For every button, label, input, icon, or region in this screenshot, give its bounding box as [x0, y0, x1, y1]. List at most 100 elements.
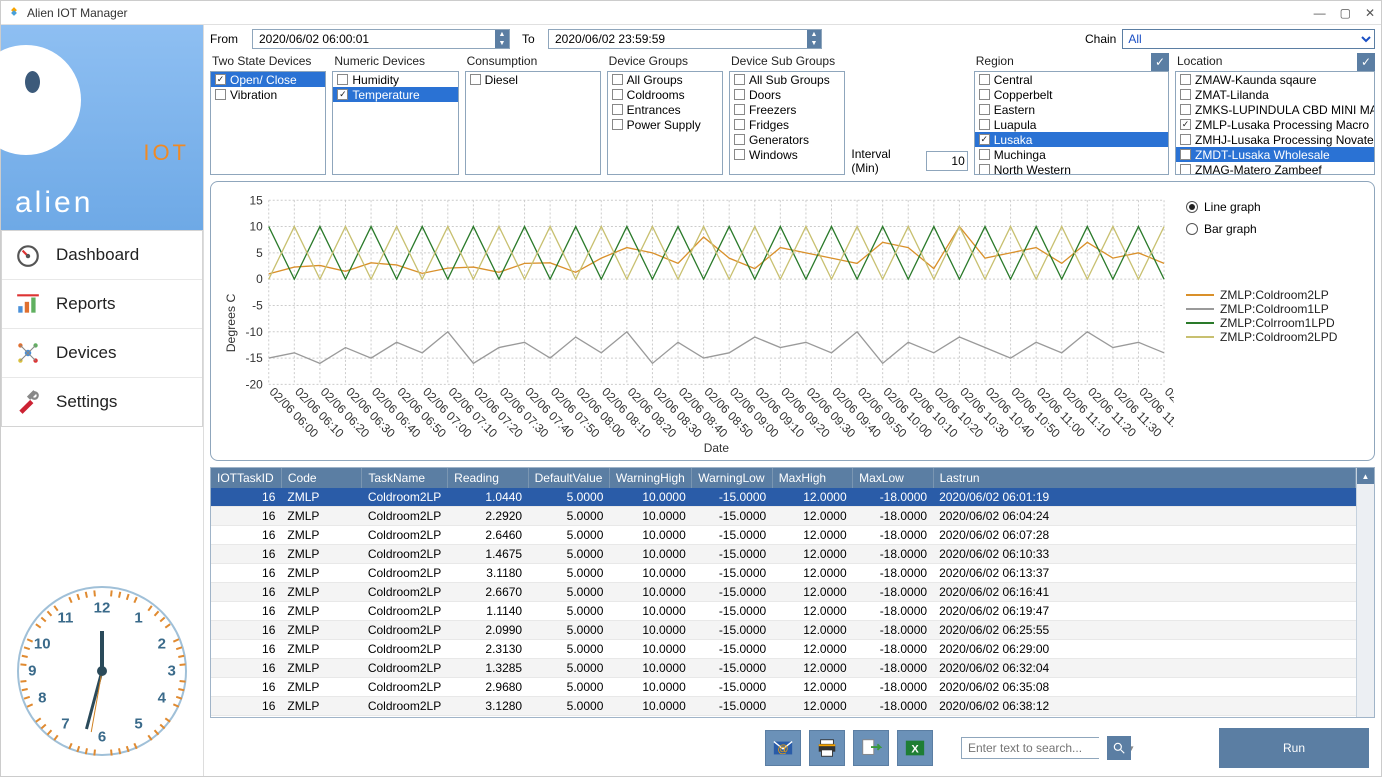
checkbox-icon[interactable] [734, 149, 745, 160]
table-row[interactable]: 16ZMLPColdroom2LP2.09905.000010.0000-15.… [211, 621, 1356, 640]
checkbox-icon[interactable] [470, 74, 481, 85]
to-datetime-field[interactable] [549, 30, 807, 48]
list-item[interactable]: All Sub Groups [730, 72, 844, 87]
maximize-button[interactable]: ▢ [1340, 6, 1351, 20]
scroll-up-icon[interactable]: ▲ [1357, 468, 1374, 484]
interval-input[interactable] [926, 151, 968, 171]
list-item[interactable]: Vibration [211, 87, 325, 102]
list-item[interactable]: North Western [975, 162, 1168, 175]
list-item[interactable]: Coldrooms [608, 87, 722, 102]
column-header[interactable]: IOTTaskID [211, 468, 281, 488]
to-datetime-input[interactable]: ▲▼ [548, 29, 822, 49]
email-button[interactable]: @ [765, 730, 801, 766]
bar-graph-radio[interactable]: Bar graph [1186, 222, 1366, 236]
list-item[interactable]: Muchinga [975, 147, 1168, 162]
table-row[interactable]: 16ZMLPColdroom2LP1.32855.000010.0000-15.… [211, 716, 1356, 718]
list-item[interactable]: Entrances [608, 102, 722, 117]
data-grid[interactable]: IOTTaskIDCodeTaskNameReadingDefaultValue… [210, 467, 1375, 718]
checkbox-icon[interactable] [612, 89, 623, 100]
export-button[interactable] [853, 730, 889, 766]
list-item[interactable]: Humidity [333, 72, 457, 87]
column-header[interactable]: MaxHigh [772, 468, 852, 488]
checkbox-icon[interactable] [1180, 89, 1191, 100]
checkbox-icon[interactable] [734, 104, 745, 115]
list-item[interactable]: ✓Open/ Close [211, 72, 325, 87]
checkbox-icon[interactable]: ✓ [979, 134, 990, 145]
device-subgroups-listbox[interactable]: All Sub GroupsDoorsFreezersFridgesGenera… [729, 71, 845, 175]
table-row[interactable]: 16ZMLPColdroom2LP2.29205.000010.0000-15.… [211, 507, 1356, 526]
checkbox-icon[interactable]: ✓ [1180, 119, 1191, 130]
print-button[interactable] [809, 730, 845, 766]
list-item[interactable]: ZMAG-Matero Zambeef [1176, 162, 1374, 175]
checkbox-icon[interactable] [215, 89, 226, 100]
grid-scrollbar[interactable]: ▲ [1356, 468, 1374, 717]
from-datetime-field[interactable] [253, 30, 495, 48]
table-row[interactable]: 16ZMLPColdroom2LP3.12805.000010.0000-15.… [211, 697, 1356, 716]
nav-reports[interactable]: Reports [2, 280, 202, 329]
checkbox-icon[interactable] [1180, 164, 1191, 175]
column-header[interactable]: WarningLow [692, 468, 772, 488]
close-button[interactable]: ✕ [1365, 6, 1375, 20]
list-item[interactable]: Central [975, 72, 1168, 87]
column-header[interactable]: Lastrun [933, 468, 1355, 488]
minimize-button[interactable]: — [1314, 6, 1326, 20]
list-item[interactable]: Power Supply [608, 117, 722, 132]
spin-down-icon[interactable]: ▼ [495, 39, 509, 48]
from-datetime-input[interactable]: ▲▼ [252, 29, 510, 49]
checkbox-icon[interactable] [1180, 134, 1191, 145]
list-item[interactable]: ZMAW-Kaunda sqaure [1176, 72, 1374, 87]
run-button[interactable]: Run [1219, 728, 1369, 768]
checkbox-icon[interactable] [1180, 149, 1191, 160]
list-item[interactable]: Luapula [975, 117, 1168, 132]
list-item[interactable]: ZMHJ-Lusaka Processing Novatek [1176, 132, 1374, 147]
column-header[interactable]: Code [281, 468, 361, 488]
table-row[interactable]: 16ZMLPColdroom2LP3.11805.000010.0000-15.… [211, 564, 1356, 583]
search-box[interactable]: ▾ [961, 737, 1099, 759]
location-checkall-button[interactable]: ✓ [1357, 53, 1375, 71]
table-row[interactable]: 16ZMLPColdroom2LP1.04405.000010.0000-15.… [211, 488, 1356, 507]
table-row[interactable]: 16ZMLPColdroom2LP2.96805.000010.0000-15.… [211, 678, 1356, 697]
checkbox-icon[interactable] [979, 74, 990, 85]
spin-up-icon[interactable]: ▲ [495, 30, 509, 39]
numeric-listbox[interactable]: Humidity✓Temperature [332, 71, 458, 175]
list-item[interactable]: Freezers [730, 102, 844, 117]
nav-dashboard[interactable]: Dashboard [2, 231, 202, 280]
consumption-listbox[interactable]: Diesel [465, 71, 601, 175]
checkbox-icon[interactable] [979, 89, 990, 100]
checkbox-icon[interactable] [1180, 104, 1191, 115]
list-item[interactable]: ZMDT-Lusaka Wholesale [1176, 147, 1374, 162]
checkbox-icon[interactable] [612, 119, 623, 130]
checkbox-icon[interactable] [979, 104, 990, 115]
checkbox-icon[interactable] [979, 119, 990, 130]
checkbox-icon[interactable] [734, 134, 745, 145]
list-item[interactable]: Eastern [975, 102, 1168, 117]
search-input[interactable] [962, 738, 1129, 758]
list-item[interactable]: ✓Temperature [333, 87, 457, 102]
list-item[interactable]: Diesel [466, 72, 600, 87]
checkbox-icon[interactable] [734, 119, 745, 130]
checkbox-icon[interactable] [979, 164, 990, 175]
list-item[interactable]: Generators [730, 132, 844, 147]
list-item[interactable]: ZMAT-Lilanda [1176, 87, 1374, 102]
checkbox-icon[interactable] [612, 104, 623, 115]
checkbox-icon[interactable] [1180, 74, 1191, 85]
region-checkall-button[interactable]: ✓ [1151, 53, 1169, 71]
nav-settings[interactable]: Settings [2, 378, 202, 426]
checkbox-icon[interactable] [734, 74, 745, 85]
list-item[interactable]: Windows [730, 147, 844, 162]
checkbox-icon[interactable] [337, 74, 348, 85]
region-listbox[interactable]: CentralCopperbeltEasternLuapula✓LusakaMu… [974, 71, 1169, 175]
list-item[interactable]: Copperbelt [975, 87, 1168, 102]
two-state-listbox[interactable]: ✓Open/ CloseVibration [210, 71, 326, 175]
column-header[interactable]: DefaultValue [528, 468, 609, 488]
table-row[interactable]: 16ZMLPColdroom2LP2.66705.000010.0000-15.… [211, 583, 1356, 602]
column-header[interactable]: Reading [448, 468, 528, 488]
table-row[interactable]: 16ZMLPColdroom2LP1.32855.000010.0000-15.… [211, 659, 1356, 678]
list-item[interactable]: ✓Lusaka [975, 132, 1168, 147]
checkbox-icon[interactable] [734, 89, 745, 100]
table-row[interactable]: 16ZMLPColdroom2LP1.11405.000010.0000-15.… [211, 602, 1356, 621]
column-header[interactable]: WarningHigh [609, 468, 691, 488]
line-graph-radio[interactable]: Line graph [1186, 200, 1366, 214]
list-item[interactable]: ZMKS-LUPINDULA CBD MINI MACRO [1176, 102, 1374, 117]
nav-devices[interactable]: Devices [2, 329, 202, 378]
